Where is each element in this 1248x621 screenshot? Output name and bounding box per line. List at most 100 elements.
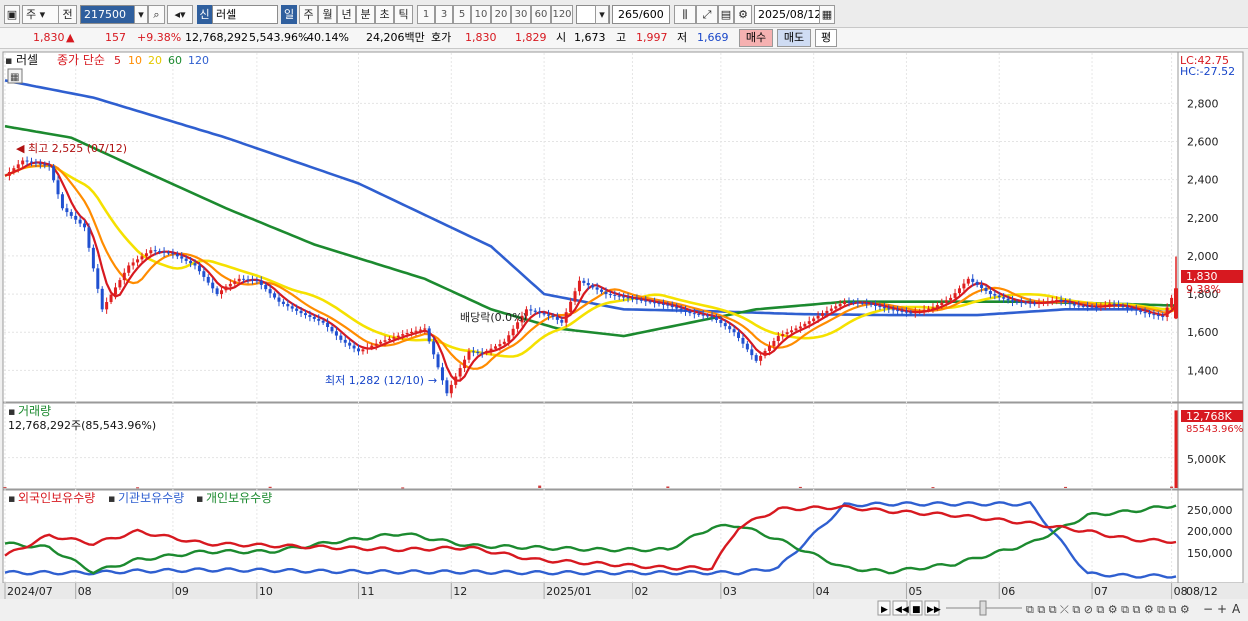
candle-body xyxy=(467,351,471,360)
candle-body xyxy=(454,376,458,385)
draw-tool-icon[interactable]: ⤢ xyxy=(696,5,718,24)
zoom-slider-handle[interactable] xyxy=(979,600,987,616)
candle-icon[interactable]: ⫼ xyxy=(674,5,696,24)
interval-5-button[interactable]: 5 xyxy=(453,5,471,24)
interval-30-button[interactable]: 30 xyxy=(511,5,531,24)
buy-button[interactable]: 매수 xyxy=(739,29,773,47)
date-field[interactable]: 2025/08/12 xyxy=(754,5,821,24)
period-week-button[interactable]: 주 xyxy=(299,5,318,24)
date-tick-label: 09 xyxy=(175,585,189,598)
interval-120-button[interactable]: 120 xyxy=(551,5,573,24)
candle-body xyxy=(882,307,886,309)
speaker-icon[interactable]: ◂▾ xyxy=(167,5,193,24)
legend-marker: ▪ xyxy=(5,54,12,67)
candle-body xyxy=(321,320,325,323)
window-icon[interactable]: ▣ xyxy=(4,5,20,24)
candle-body xyxy=(498,344,502,347)
zoom-out-icon[interactable]: − xyxy=(1203,602,1213,616)
gear-icon[interactable]: ⚙ xyxy=(734,5,752,24)
period-second-button[interactable]: 초 xyxy=(375,5,394,24)
individual-holdings-label: 개인보유수량 xyxy=(206,491,272,505)
candle-body xyxy=(56,180,60,195)
chevron-down-icon[interactable]: ▾ xyxy=(595,5,609,24)
candle-body xyxy=(582,280,586,283)
candle-body xyxy=(193,263,197,266)
price-tick-label: 2,000 xyxy=(1187,250,1219,263)
candle-body xyxy=(334,331,338,336)
candle-body xyxy=(480,352,484,354)
volume-bar xyxy=(401,487,405,489)
low-annotation: 최저 1,282 (12/10) xyxy=(325,374,424,387)
candle-body xyxy=(538,311,542,314)
candle-body xyxy=(741,337,745,344)
volume-tick: 5,000K xyxy=(1187,453,1226,466)
candle-body xyxy=(807,321,811,324)
period-type-select[interactable]: 주 ▾ xyxy=(22,5,60,24)
candle-body xyxy=(105,302,109,310)
sell-button[interactable]: 매도 xyxy=(777,29,811,47)
zoom-in-icon[interactable]: + xyxy=(1217,602,1227,616)
candle-body xyxy=(246,279,250,281)
candle-body xyxy=(820,313,824,316)
candle-body xyxy=(564,312,568,323)
period-day-button[interactable]: 일 xyxy=(281,5,297,24)
candle-body xyxy=(184,258,188,261)
holdings-marker: ▪ xyxy=(8,492,15,505)
candle-body xyxy=(529,309,533,311)
date-tick-label: 07 xyxy=(1094,585,1108,598)
data-count-field[interactable]: 265/600 xyxy=(612,5,670,24)
candle-body xyxy=(763,350,767,356)
chevron-down-icon[interactable]: ▾ xyxy=(134,5,148,24)
candle-body xyxy=(242,278,246,280)
candle-body xyxy=(785,332,789,335)
candle-body xyxy=(1068,302,1072,305)
calendar-icon[interactable]: ▦ xyxy=(819,5,835,24)
volume-bar xyxy=(666,486,670,488)
period-tick-button[interactable]: 틱 xyxy=(394,5,413,24)
candle-body xyxy=(697,313,701,315)
stock-code-input[interactable]: 217500 xyxy=(80,5,135,24)
candle-body xyxy=(166,252,170,254)
play-icon: ▶ xyxy=(881,605,888,615)
candle-body xyxy=(52,166,56,181)
interval-3-button[interactable]: 3 xyxy=(435,5,453,24)
candle-body xyxy=(65,208,69,213)
candle-body xyxy=(997,295,1001,298)
interval-1-button[interactable]: 1 xyxy=(417,5,435,24)
font-size-icon[interactable]: A xyxy=(1232,602,1241,616)
interval-60-button[interactable]: 60 xyxy=(531,5,551,24)
volume-bar xyxy=(1170,486,1174,488)
layout-icons[interactable]: ⧉ ⧉ ⧉ ⤫ ⧉ ⊘ ⧉ ⚙ ⧉ ⧉ ⚙ ⧉ ⧉ ⚙ xyxy=(1026,603,1190,616)
evaluate-button[interactable]: 평 xyxy=(815,29,837,47)
interval-10-button[interactable]: 10 xyxy=(471,5,491,24)
period-year-button[interactable]: 년 xyxy=(337,5,356,24)
candle-body xyxy=(118,280,122,288)
search-icon[interactable]: ⌕ xyxy=(148,5,165,24)
candle-body xyxy=(379,341,383,344)
candle-body xyxy=(343,339,347,343)
candle-body xyxy=(445,380,449,394)
period-month-button[interactable]: 월 xyxy=(318,5,337,24)
stock-chart[interactable]: 2,8002,6002,4002,2002,0001,8001,6001,400… xyxy=(0,49,1248,621)
candle-body xyxy=(1086,306,1090,308)
candle-body xyxy=(286,304,290,307)
prev-button[interactable]: 전 xyxy=(58,5,77,24)
candle-body xyxy=(215,288,219,295)
candle-body xyxy=(471,351,475,353)
candle-body xyxy=(626,297,630,299)
period-minute-button[interactable]: 분 xyxy=(356,5,375,24)
candle-body xyxy=(644,300,648,302)
holdings-tick-250k: 250,000 xyxy=(1187,504,1233,517)
candle-body xyxy=(1174,288,1178,319)
candle-body xyxy=(427,328,431,342)
candle-body xyxy=(1006,298,1010,301)
candle-body xyxy=(211,282,215,289)
candle-body xyxy=(542,313,546,315)
stock-name-field[interactable]: 러셀 xyxy=(212,5,278,24)
save-icon[interactable]: ▤ xyxy=(718,5,734,24)
high-label: 고 xyxy=(616,31,627,44)
candle-body xyxy=(180,256,184,259)
interval-20-button[interactable]: 20 xyxy=(491,5,511,24)
pct-tag: 9.38% xyxy=(1186,283,1221,296)
candle-body xyxy=(971,278,975,282)
